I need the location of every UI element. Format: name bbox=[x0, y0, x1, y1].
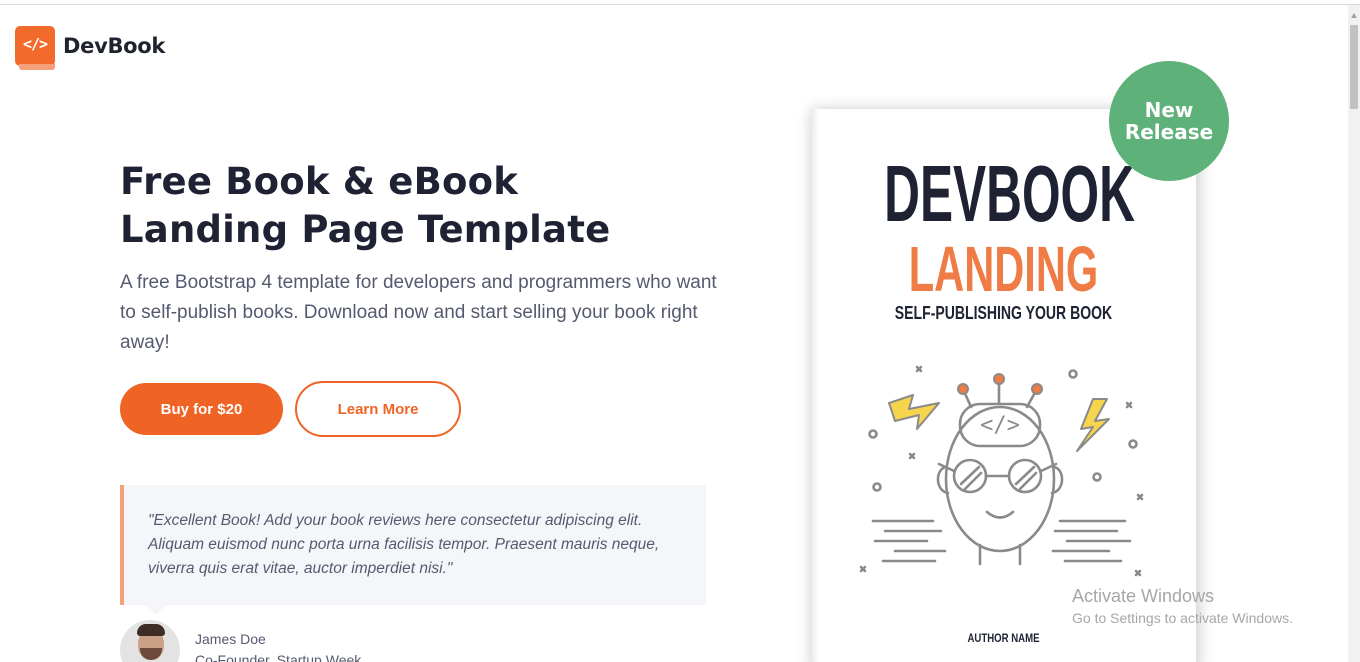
badge-line-2: Release bbox=[1124, 120, 1214, 144]
testimonial-text: "Excellent Book! Add your book reviews h… bbox=[148, 512, 660, 577]
book-code-icon: </> bbox=[15, 26, 55, 72]
code-glyph: </> bbox=[980, 413, 1020, 438]
quote-pointer bbox=[146, 605, 166, 615]
testimonial-author-role: Co-Founder, Startup Week bbox=[195, 652, 362, 662]
hero-intro: A free Bootstrap 4 template for develope… bbox=[120, 272, 717, 353]
developer-robot-illustration: </> bbox=[859, 365, 1144, 577]
watermark-title: Activate Windows bbox=[1072, 586, 1215, 606]
hero-title: Free Book & eBook Landing Page Template bbox=[120, 158, 740, 254]
book-author: AUTHOR NAME bbox=[967, 631, 1040, 645]
buy-button[interactable]: Buy for $20 bbox=[120, 383, 283, 435]
windows-activation-watermark: Activate Windows Go to Settings to activ… bbox=[1072, 585, 1293, 628]
badge-line-1: New bbox=[1144, 98, 1194, 122]
top-border bbox=[0, 4, 1360, 5]
scroll-thumb[interactable] bbox=[1350, 25, 1358, 109]
avatar bbox=[120, 620, 180, 662]
watermark-subtitle: Go to Settings to activate Windows. bbox=[1072, 610, 1293, 626]
hero-title-line-1: Free Book & eBook bbox=[120, 160, 519, 203]
vertical-scrollbar[interactable] bbox=[1348, 5, 1360, 662]
testimonial-author-name: James Doe bbox=[195, 631, 266, 647]
testimonial-quote: "Excellent Book! Add your book reviews h… bbox=[120, 485, 706, 605]
brand-logo-link[interactable]: </> DevBook bbox=[15, 26, 165, 72]
scroll-up-arrow-icon[interactable] bbox=[1351, 13, 1357, 18]
book-cover: DEVBOOK LANDING SELF-PUBLISHING YOUR BOO… bbox=[811, 109, 1196, 662]
hero-title-line-2: Landing Page Template bbox=[120, 208, 611, 251]
book-title-line-1: DEVBOOK bbox=[884, 149, 1135, 238]
book-title-line-2: LANDING bbox=[908, 233, 1099, 305]
brand-name: DevBook bbox=[63, 34, 166, 58]
new-release-badge: New Release bbox=[1109, 61, 1229, 181]
book-spine bbox=[811, 109, 819, 662]
book-subtitle: SELF-PUBLISHING YOUR BOOK bbox=[894, 303, 1113, 323]
learn-more-button[interactable]: Learn More bbox=[295, 381, 461, 437]
